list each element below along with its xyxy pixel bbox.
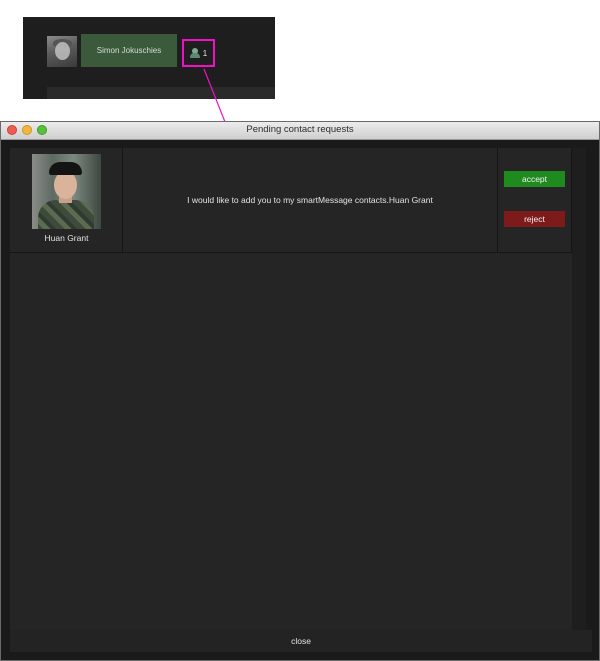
avatar-face	[55, 42, 70, 60]
request-message: I would like to add you to my smartMessa…	[187, 195, 433, 205]
request-row: Huan Grant I would like to add you to my…	[10, 148, 572, 253]
window-titlebar: Pending contact requests	[1, 122, 599, 140]
pending-requests-window: Pending contact requests Huan Grant I wo…	[0, 121, 600, 661]
message-cell: I would like to add you to my smartMessa…	[123, 148, 498, 252]
window-title: Pending contact requests	[246, 124, 354, 135]
user-avatar[interactable]	[47, 36, 77, 67]
sender-name: Huan Grant	[44, 233, 89, 243]
scrollbar-track[interactable]	[572, 148, 586, 646]
pending-requests-indicator[interactable]: 1	[182, 39, 215, 67]
close-button[interactable]: close	[10, 630, 592, 652]
requests-list: Huan Grant I would like to add you to my…	[10, 148, 586, 646]
current-user-name[interactable]: Simon Jokuschies	[81, 34, 177, 67]
sender-avatar	[32, 154, 101, 229]
header-strip	[47, 87, 275, 99]
accept-button[interactable]: accept	[504, 171, 565, 187]
reject-button[interactable]: reject	[504, 211, 565, 227]
pending-count: 1	[202, 48, 208, 58]
sender-cell: Huan Grant	[10, 148, 123, 252]
actions-cell: accept reject	[498, 148, 572, 252]
app-header-snippet: Simon Jokuschies 1	[23, 17, 275, 99]
person-icon	[189, 48, 200, 58]
